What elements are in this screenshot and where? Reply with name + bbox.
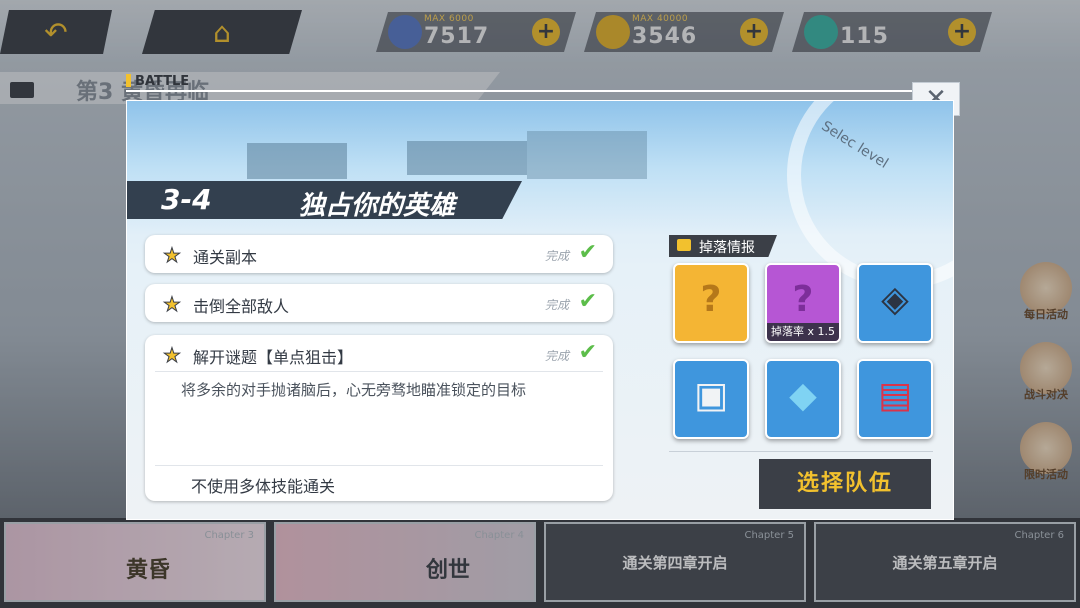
- puzzle-extra-condition: 不使用多体技能通关: [191, 477, 336, 496]
- puzzle-label: 解开谜题【单点狙击】: [193, 348, 354, 367]
- drop-item-unknown-hero[interactable]: ?: [673, 263, 749, 343]
- drop-rate-label: 掉落率: [771, 325, 804, 338]
- objective-clear-stage: ★ 通关副本 完成 ✔: [145, 235, 613, 273]
- check-icon: ✔: [578, 240, 597, 265]
- drop-item-red-chip[interactable]: ▤: [857, 359, 933, 439]
- objective-label: 通关副本: [193, 248, 258, 267]
- puzzle-description: 将多余的对手抛诸脑后，心无旁骛地瞄准锁定的目标: [181, 381, 527, 399]
- chest-icon: [677, 239, 691, 251]
- objective-status: 完成: [544, 249, 569, 263]
- star-icon: ★: [163, 243, 182, 268]
- star-icon: ★: [163, 292, 182, 317]
- battle-label: BATTLE: [126, 74, 189, 89]
- drop-rate-value: x 1.5: [807, 325, 836, 338]
- stage-number: 3-4: [161, 183, 212, 216]
- scene-block: [407, 141, 527, 175]
- select-team-button[interactable]: 选择队伍: [759, 459, 931, 509]
- drop-info-title: 掉落情报: [699, 240, 755, 256]
- objective-defeat-all: ★ 击倒全部敌人 完成 ✔: [145, 284, 613, 322]
- divider: [155, 371, 603, 372]
- red-chip-icon: ▤: [877, 375, 912, 416]
- helmet-icon: ◈: [881, 279, 909, 320]
- drop-item-helmet-chip[interactable]: ◈: [857, 263, 933, 343]
- drop-info-header: 掉落情报: [669, 235, 777, 257]
- scene-block: [247, 143, 347, 179]
- puzzle-status: 完成: [544, 349, 569, 363]
- scene-block: [527, 131, 647, 179]
- drop-rate-badge: 掉落率 x 1.5: [767, 323, 839, 341]
- divider: [155, 465, 603, 466]
- modal-top-line: [126, 90, 916, 92]
- question-icon: ?: [792, 279, 814, 320]
- stage-detail-modal: Selec level 3-4 独占你的英雄 ★ 通关副本 完成 ✔ ★ 击倒全…: [126, 100, 954, 520]
- question-icon: ?: [700, 279, 722, 320]
- stage-name: 独占你的英雄: [299, 191, 456, 221]
- divider: [669, 451, 933, 452]
- check-icon: ✔: [578, 340, 597, 365]
- armor-box-icon: ▣: [693, 375, 728, 416]
- level-ring: [787, 101, 953, 289]
- objective-status: 完成: [544, 298, 569, 312]
- drop-item-data-card[interactable]: ◆: [765, 359, 841, 439]
- star-icon: ★: [163, 343, 182, 368]
- drop-item-armor-box[interactable]: ▣: [673, 359, 749, 439]
- data-card-icon: ◆: [789, 375, 817, 416]
- objective-puzzle: ★ 解开谜题【单点狙击】 完成 ✔ 将多余的对手抛诸脑后，心无旁骛地瞄准锁定的目…: [145, 335, 613, 501]
- objective-label: 击倒全部敌人: [193, 297, 290, 316]
- check-icon: ✔: [578, 289, 597, 314]
- drop-item-unknown-equip[interactable]: ? 掉落率 x 1.5: [765, 263, 841, 343]
